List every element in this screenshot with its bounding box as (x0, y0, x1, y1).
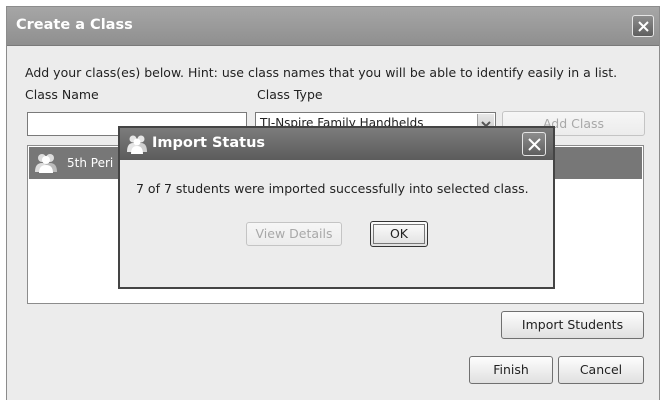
class-type-label: Class Type (257, 87, 323, 102)
class-group-icon (34, 152, 58, 177)
finish-button[interactable]: Finish (469, 356, 553, 384)
close-icon[interactable] (522, 132, 546, 156)
class-name: 5th Peri (67, 156, 114, 170)
ok-button[interactable]: OK (370, 221, 428, 247)
modal-titlebar[interactable]: Import Status (120, 128, 553, 160)
cancel-button[interactable]: Cancel (558, 356, 644, 384)
class-name-label: Class Name (25, 87, 99, 102)
import-status-modal: Import Status 7 of 7 students were impor… (118, 126, 555, 289)
modal-title: Import Status (152, 135, 266, 151)
import-students-button[interactable]: Import Students (501, 311, 644, 339)
close-icon[interactable] (632, 15, 654, 37)
view-details-button[interactable]: View Details (246, 222, 342, 246)
hint-text: Add your class(es) below. Hint: use clas… (25, 65, 618, 80)
people-icon (127, 134, 149, 157)
dialog-title: Create a Class (16, 17, 133, 33)
dialog-titlebar[interactable]: Create a Class (7, 7, 659, 46)
import-status-message: 7 of 7 students were imported successful… (136, 181, 529, 196)
